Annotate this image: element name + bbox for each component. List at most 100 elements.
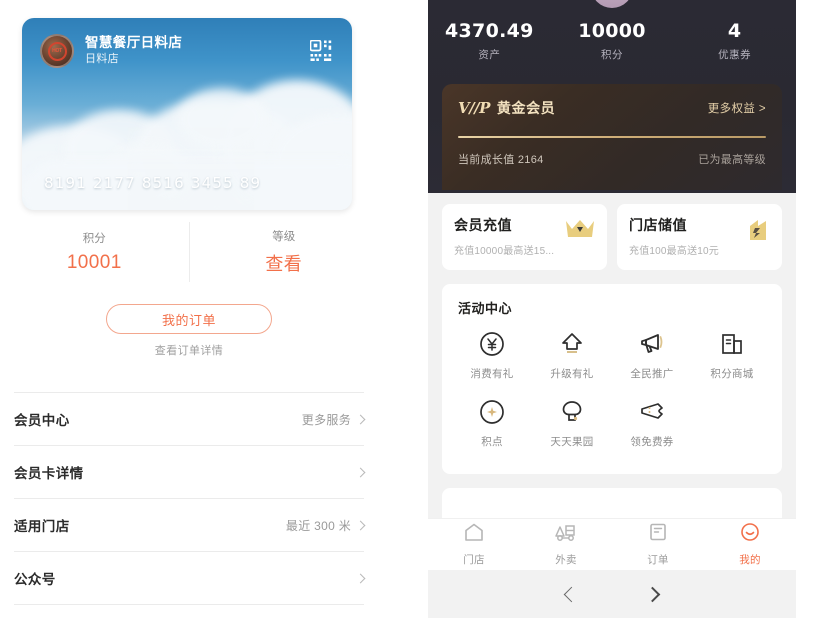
screenshot-root: HOT 智慧餐厅日料店 日料店 8191 2177 8516 3455 89 积… xyxy=(0,0,818,618)
shop-icon xyxy=(719,329,745,359)
activity-grid: 消费有礼 升级有礼 全民推广 积分商城 积点 天天果园 领免费券 xyxy=(452,329,772,465)
tab-stores[interactable]: 门店 xyxy=(428,519,520,570)
account-stats-row: 4370.49 资产 10000 积分 4 优惠券 xyxy=(428,20,796,62)
stat-coupons-value: 4 xyxy=(727,20,742,42)
stat-points-value: 10001 xyxy=(66,252,122,273)
activity-item-promotion[interactable]: 全民推广 xyxy=(612,329,692,381)
my-orders-button[interactable]: 我的订单 xyxy=(106,304,272,334)
profile-page: 4370.49 资产 10000 积分 4 优惠券 V//P 黄金会员 更多权益… xyxy=(428,0,796,618)
card-number: 8191 2177 8516 3455 89 xyxy=(44,174,262,192)
stat-points-value: 10000 xyxy=(578,20,646,42)
card-header: HOT 智慧餐厅日料店 日料店 xyxy=(40,34,182,68)
profile-header: 4370.49 资产 10000 积分 4 优惠券 V//P 黄金会员 更多权益… xyxy=(428,0,796,193)
profile-icon xyxy=(740,522,760,547)
system-navigation-bar xyxy=(428,570,796,618)
activity-item-label: 升级有礼 xyxy=(550,368,594,380)
stat-coupons-label: 优惠券 xyxy=(718,49,752,61)
store-stored-value-card[interactable]: 门店储值 充值100最高送10元 xyxy=(617,204,782,270)
ticket-icon xyxy=(638,397,666,427)
chevron-right-icon xyxy=(355,573,366,583)
settings-list: 会员中心 更多服务 会员卡详情 适用门店 最近 300 米 公众号 xyxy=(0,392,378,605)
tab-orders[interactable]: 订单 xyxy=(612,519,704,570)
delivery-icon xyxy=(554,522,578,547)
stat-assets[interactable]: 4370.49 资产 xyxy=(428,20,551,62)
tab-label: 门店 xyxy=(463,554,485,566)
stat-points[interactable]: 10000 积分 xyxy=(551,20,674,62)
partial-card-below[interactable] xyxy=(442,488,782,518)
stat-assets-label: 资产 xyxy=(478,49,501,61)
vip-max-level-text: 已为最高等级 xyxy=(698,154,766,166)
home-icon xyxy=(463,522,485,547)
membership-card-page: HOT 智慧餐厅日料店 日料店 8191 2177 8516 3455 89 积… xyxy=(0,0,378,618)
qr-code-icon[interactable] xyxy=(309,39,332,67)
nav-back-icon[interactable] xyxy=(563,586,580,602)
vip-membership-card[interactable]: V//P 黄金会员 更多权益 > 当前成长值 2164 已为最高等级 xyxy=(442,84,782,190)
activity-item-points-mall[interactable]: 积分商城 xyxy=(692,329,772,381)
yen-circle-icon xyxy=(479,329,505,359)
list-item-card-details[interactable]: 会员卡详情 xyxy=(0,446,378,498)
vip-logo: V//P xyxy=(458,99,490,117)
vip-progress-bar xyxy=(458,136,766,138)
vip-card-header: V//P 黄金会员 更多权益 > xyxy=(458,98,766,118)
merchant-logo: HOT xyxy=(40,34,74,68)
list-item-title: 会员中心 xyxy=(14,413,70,428)
stat-points-label: 积分 xyxy=(601,49,623,61)
list-divider xyxy=(14,604,364,605)
bottom-tabbar: 门店 外卖 订单 我的 xyxy=(428,518,796,570)
stat-points-label: 积分 xyxy=(82,233,106,245)
crown-icon xyxy=(565,218,595,245)
activity-center-panel: 活动中心 消费有礼 升级有礼 全民推广 积分商城 积点 天天果园 领免费券 xyxy=(442,284,782,474)
merchant-subname: 日料店 xyxy=(85,53,119,66)
upgrade-arrow-icon xyxy=(559,329,585,359)
megaphone-icon xyxy=(638,329,666,359)
merchant-name: 智慧餐厅日料店 xyxy=(85,35,183,51)
cloud-decoration xyxy=(177,88,267,150)
stat-points[interactable]: 积分 10001 xyxy=(0,222,189,282)
activity-item-label: 积分商城 xyxy=(710,368,754,380)
activity-item-label: 积点 xyxy=(481,436,503,448)
list-item-title: 适用门店 xyxy=(14,519,70,534)
list-item-extra: 最近 300 米 xyxy=(285,518,351,533)
activity-item-points[interactable]: 积点 xyxy=(452,397,532,449)
tab-label: 外卖 xyxy=(555,554,577,566)
card-stats-row: 积分 10001 等级 查看 xyxy=(0,222,378,282)
tab-profile[interactable]: 我的 xyxy=(704,519,796,570)
activity-item-label: 天天果园 xyxy=(550,436,594,448)
activity-item-free-coupon[interactable]: 领免费券 xyxy=(612,397,692,449)
list-item-member-center[interactable]: 会员中心 更多服务 xyxy=(0,393,378,445)
tab-label: 我的 xyxy=(739,554,761,566)
list-item-official-account[interactable]: 公众号 xyxy=(0,552,378,604)
chevron-right-icon xyxy=(355,467,366,477)
tab-delivery[interactable]: 外卖 xyxy=(520,519,612,570)
stat-assets-value: 4370.49 xyxy=(445,20,534,42)
member-recharge-card[interactable]: 会员充值 充值10000最高送15... xyxy=(442,204,607,270)
nav-forward-icon[interactable] xyxy=(644,586,661,602)
activity-item-label: 全民推广 xyxy=(630,368,674,380)
chevron-right-icon xyxy=(355,520,366,530)
activity-item-orchard[interactable]: 天天果园 xyxy=(532,397,612,449)
activity-item-label: 领免费券 xyxy=(630,436,674,448)
activity-item-consumption-gift[interactable]: 消费有礼 xyxy=(452,329,532,381)
avatar[interactable] xyxy=(591,0,633,8)
chevron-right-icon xyxy=(355,414,366,424)
list-item-title: 会员卡详情 xyxy=(14,466,84,481)
activity-center-title: 活动中心 xyxy=(458,301,513,316)
stat-level-label: 等级 xyxy=(272,231,296,243)
vip-card-footer: 当前成长值 2164 已为最高等级 xyxy=(458,151,766,167)
vip-level-name: 黄金会员 xyxy=(496,100,556,116)
vip-growth-value: 当前成长值 2164 xyxy=(458,154,544,166)
tree-icon xyxy=(558,397,586,427)
store-icon xyxy=(746,218,770,247)
point-circle-icon xyxy=(479,397,505,427)
activity-item-upgrade-gift[interactable]: 升级有礼 xyxy=(532,329,612,381)
tab-label: 订单 xyxy=(647,554,669,566)
order-icon xyxy=(648,522,668,547)
vip-more-benefits-link[interactable]: 更多权益 > xyxy=(708,100,766,116)
stat-level[interactable]: 等级 查看 xyxy=(188,222,379,282)
stat-coupons[interactable]: 4 优惠券 xyxy=(673,20,796,62)
list-item-applicable-stores[interactable]: 适用门店 最近 300 米 xyxy=(0,499,378,551)
membership-card[interactable]: HOT 智慧餐厅日料店 日料店 8191 2177 8516 3455 89 xyxy=(22,18,352,210)
activity-item-label: 消费有礼 xyxy=(470,368,514,380)
list-item-extra: 更多服务 xyxy=(301,412,351,427)
list-item-title: 公众号 xyxy=(14,572,56,587)
